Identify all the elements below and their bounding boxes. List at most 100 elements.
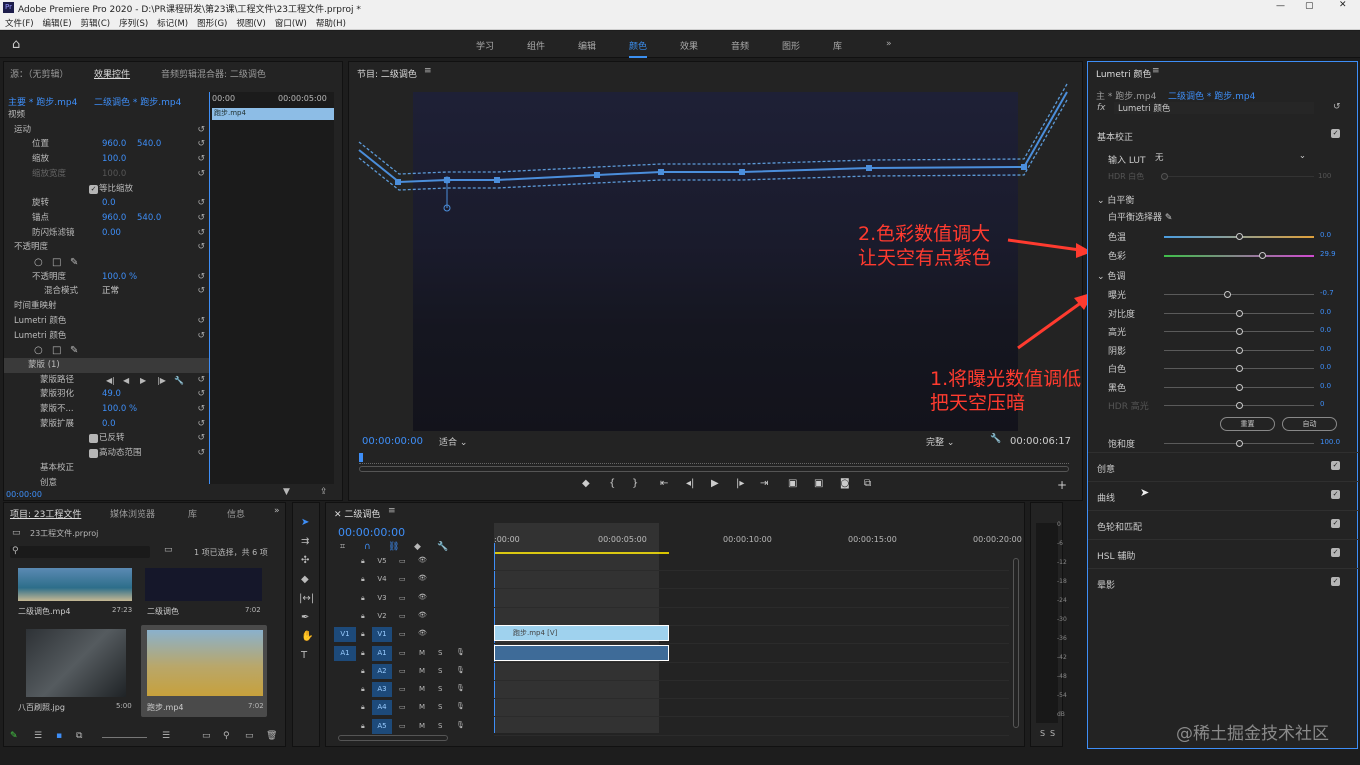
reset-icon[interactable]: ↺ bbox=[197, 167, 205, 182]
find-icon[interactable]: ⚲ bbox=[223, 731, 230, 741]
project-search-input[interactable]: ⚲ bbox=[10, 546, 150, 558]
add-marker-timeline-icon[interactable]: ◆ bbox=[414, 542, 421, 552]
lock-icon[interactable]: 🔒︎ bbox=[361, 612, 365, 621]
checkbox[interactable] bbox=[89, 434, 98, 444]
workspace-assembly[interactable]: 组件 bbox=[527, 39, 545, 52]
snap-icon[interactable]: ∩ bbox=[364, 542, 371, 552]
lumetri-section-header[interactable]: HSL 辅助 ✓ bbox=[1088, 539, 1359, 563]
compare-view-icon[interactable]: ⧉ bbox=[864, 478, 871, 489]
lumetri-section-header[interactable]: 色轮和匹配 ✓ bbox=[1088, 510, 1359, 534]
track-header[interactable]: 🔒︎ V4 ▭ 👁︎ bbox=[326, 571, 491, 589]
slider-knob[interactable] bbox=[1224, 291, 1231, 298]
mic-icon[interactable]: 🎙︎ bbox=[456, 702, 465, 710]
scrubber-bar[interactable] bbox=[359, 454, 1069, 464]
checkbox[interactable] bbox=[89, 449, 98, 459]
trash-icon[interactable]: 🗑 bbox=[266, 731, 277, 741]
menu-file[interactable]: 文件(F) bbox=[5, 17, 34, 29]
mute-button[interactable]: M bbox=[419, 722, 425, 730]
track-name[interactable]: V5 bbox=[372, 554, 392, 569]
play-icon[interactable]: ▶ bbox=[711, 478, 719, 489]
slider-knob[interactable] bbox=[1236, 309, 1243, 317]
effect-row[interactable]: 防闪烁滤镜 0.00 ↺ bbox=[4, 226, 209, 241]
track-lane[interactable] bbox=[494, 571, 1009, 590]
tab-info[interactable]: 信息 bbox=[227, 507, 245, 520]
menu-sequence[interactable]: 序列(S) bbox=[119, 17, 148, 29]
slider-value[interactable]: 0.0 bbox=[1320, 382, 1331, 390]
tab-timeline[interactable]: ✕ 二级调色 bbox=[334, 507, 380, 520]
effect-row-value1[interactable]: 960.0 bbox=[102, 137, 126, 152]
new-bin-icon[interactable]: ▭ bbox=[164, 545, 173, 555]
lumetri-section-header[interactable]: 创意 ✓ bbox=[1088, 452, 1359, 476]
sort-icon[interactable]: ☰ bbox=[162, 731, 170, 741]
slider-knob[interactable] bbox=[1258, 252, 1266, 259]
slider-track[interactable] bbox=[1164, 233, 1314, 240]
solo-left-button[interactable]: S bbox=[1040, 729, 1045, 738]
maximize-button[interactable]: ▢ bbox=[1305, 1, 1314, 11]
slider-knob[interactable] bbox=[1236, 402, 1243, 409]
section-checkbox[interactable]: ✓ bbox=[1331, 461, 1340, 470]
mask-tool-icon[interactable]: 🔧 bbox=[174, 373, 184, 388]
sync-lock-icon[interactable]: ▭ bbox=[399, 685, 406, 693]
slider-knob[interactable] bbox=[1236, 346, 1243, 354]
playhead-marker[interactable] bbox=[359, 453, 363, 462]
effect-row[interactable]: 高动态范围 ↺ bbox=[4, 446, 209, 461]
track-select-tool-icon[interactable]: ⇉ bbox=[301, 536, 309, 547]
lock-icon[interactable]: 🔒︎ bbox=[361, 575, 365, 584]
lumetri-title[interactable]: Lumetri 颜色 bbox=[1096, 67, 1151, 80]
effect-row-value1[interactable]: 960.0 bbox=[102, 211, 126, 226]
track-lane[interactable] bbox=[494, 718, 1009, 736]
section-checkbox[interactable]: ✓ bbox=[1331, 548, 1340, 557]
zoom-scrollbar[interactable] bbox=[359, 466, 1069, 472]
export-icon[interactable]: ⇪ bbox=[320, 487, 328, 497]
mute-button[interactable]: M bbox=[419, 667, 425, 675]
tab-effect-controls[interactable]: 效果控件 bbox=[94, 67, 130, 80]
clip-audio[interactable] bbox=[494, 645, 669, 661]
tone-slider-row[interactable]: HDR 高光 0 bbox=[1088, 397, 1359, 412]
track-forward-icon[interactable]: ▶ bbox=[140, 373, 146, 388]
razor-tool-icon[interactable]: ◆ bbox=[301, 574, 309, 585]
mic-icon[interactable]: 🎙︎ bbox=[456, 648, 465, 656]
slider-value[interactable]: 0.0 bbox=[1320, 308, 1331, 316]
effect-row-value2[interactable]: 540.0 bbox=[137, 137, 161, 152]
reset-icon[interactable]: ↺ bbox=[197, 123, 205, 138]
lumetri-section-header[interactable]: 晕影 ✓ bbox=[1088, 568, 1359, 592]
lock-icon[interactable]: 🔒︎ bbox=[361, 649, 365, 658]
sequence-clip-label[interactable]: 二级调色 * 跑步.mp4 bbox=[94, 95, 181, 108]
white-balance-header[interactable]: ⌄ 白平衡 bbox=[1097, 193, 1134, 206]
track-header[interactable]: V1 🔒︎ V1 ▭ 👁︎ bbox=[326, 626, 491, 644]
effect-row[interactable]: 基本校正 bbox=[4, 461, 209, 476]
step-back-icon[interactable]: ◂| bbox=[686, 478, 694, 489]
menu-edit[interactable]: 编辑(E) bbox=[43, 17, 72, 29]
eye-icon[interactable]: 👁︎ bbox=[418, 611, 427, 619]
track-lane[interactable] bbox=[494, 553, 1009, 571]
effect-row[interactable]: 视频 bbox=[4, 108, 209, 123]
track-lane[interactable] bbox=[494, 608, 1009, 626]
mark-in-icon[interactable]: { bbox=[609, 478, 615, 489]
tab-program[interactable]: 节目: 二级调色 bbox=[357, 67, 417, 80]
pen-mask-icon[interactable]: ✎ bbox=[70, 343, 78, 358]
track-header[interactable]: 🔒︎ V2 ▭ 👁︎ bbox=[326, 608, 491, 626]
track-lane[interactable] bbox=[494, 590, 1009, 608]
track-header[interactable]: A1 🔒︎ A1 ▭ M S 🎙︎ bbox=[326, 645, 491, 663]
thumb-2[interactable] bbox=[145, 568, 262, 601]
effect-row[interactable]: 不透明度 100.0 % ↺ bbox=[4, 270, 209, 285]
solo-button[interactable]: S bbox=[438, 649, 442, 657]
zoom-slider[interactable] bbox=[102, 737, 147, 738]
lock-icon[interactable]: 🔒︎ bbox=[361, 685, 365, 694]
lock-icon[interactable]: 🔒︎ bbox=[361, 557, 365, 566]
reset-icon[interactable]: ↺ bbox=[197, 137, 205, 152]
thumb-4[interactable] bbox=[147, 630, 263, 696]
pen-tool-icon[interactable]: ✒ bbox=[301, 612, 309, 623]
slider-track[interactable] bbox=[1164, 291, 1314, 298]
eyedropper-icon[interactable]: ✎ bbox=[1165, 213, 1173, 223]
nest-icon[interactable]: ⌗ bbox=[340, 542, 345, 552]
close-button[interactable]: ✕ bbox=[1339, 0, 1347, 10]
timeline-v-scrollbar[interactable] bbox=[1013, 558, 1019, 728]
reset-icon[interactable]: ↺ bbox=[197, 431, 205, 446]
effect-row[interactable]: 旋转 0.0 ↺ bbox=[4, 196, 209, 211]
slider-knob[interactable] bbox=[1236, 233, 1243, 240]
effect-row[interactable]: 蒙版路径 ◀| ◀ ▶ |▶ 🔧 ↺ bbox=[4, 373, 209, 388]
rect-mask-icon[interactable]: □ bbox=[52, 255, 61, 270]
reset-icon[interactable]: ↺ bbox=[197, 402, 205, 417]
lock-icon[interactable]: 🔒︎ bbox=[361, 722, 365, 731]
